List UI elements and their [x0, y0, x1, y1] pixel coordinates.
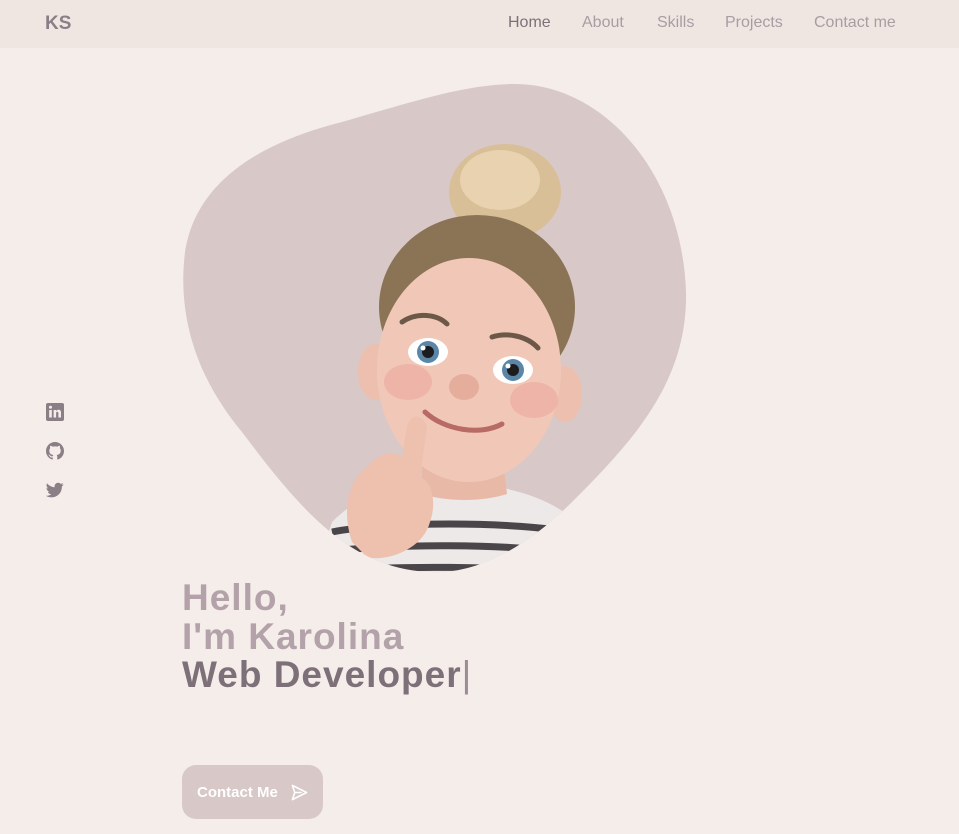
nav-home[interactable]: Home: [508, 14, 551, 32]
linkedin-icon[interactable]: [46, 403, 64, 421]
nav-about[interactable]: About: [582, 14, 624, 32]
contact-me-label: Contact Me: [197, 783, 278, 801]
contact-me-button[interactable]: Contact Me: [182, 765, 323, 819]
logo[interactable]: KS: [45, 13, 71, 35]
hero-role: Web Developer|: [182, 655, 472, 695]
github-icon[interactable]: [46, 442, 64, 460]
nav-skills[interactable]: Skills: [657, 14, 694, 32]
hero-greeting: Hello,: [182, 577, 289, 618]
twitter-icon[interactable]: [45, 481, 64, 499]
nav-contact[interactable]: Contact me: [814, 14, 896, 32]
hero-name: I'm Karolina: [182, 616, 405, 657]
header: KS Home About Skills Projects Contact me: [0, 0, 959, 48]
hero-image: [182, 82, 688, 574]
hero-role-text: Web Developer: [182, 654, 462, 695]
nav-projects[interactable]: Projects: [725, 14, 783, 32]
typing-cursor: |: [461, 654, 473, 695]
send-icon: [291, 784, 308, 800]
